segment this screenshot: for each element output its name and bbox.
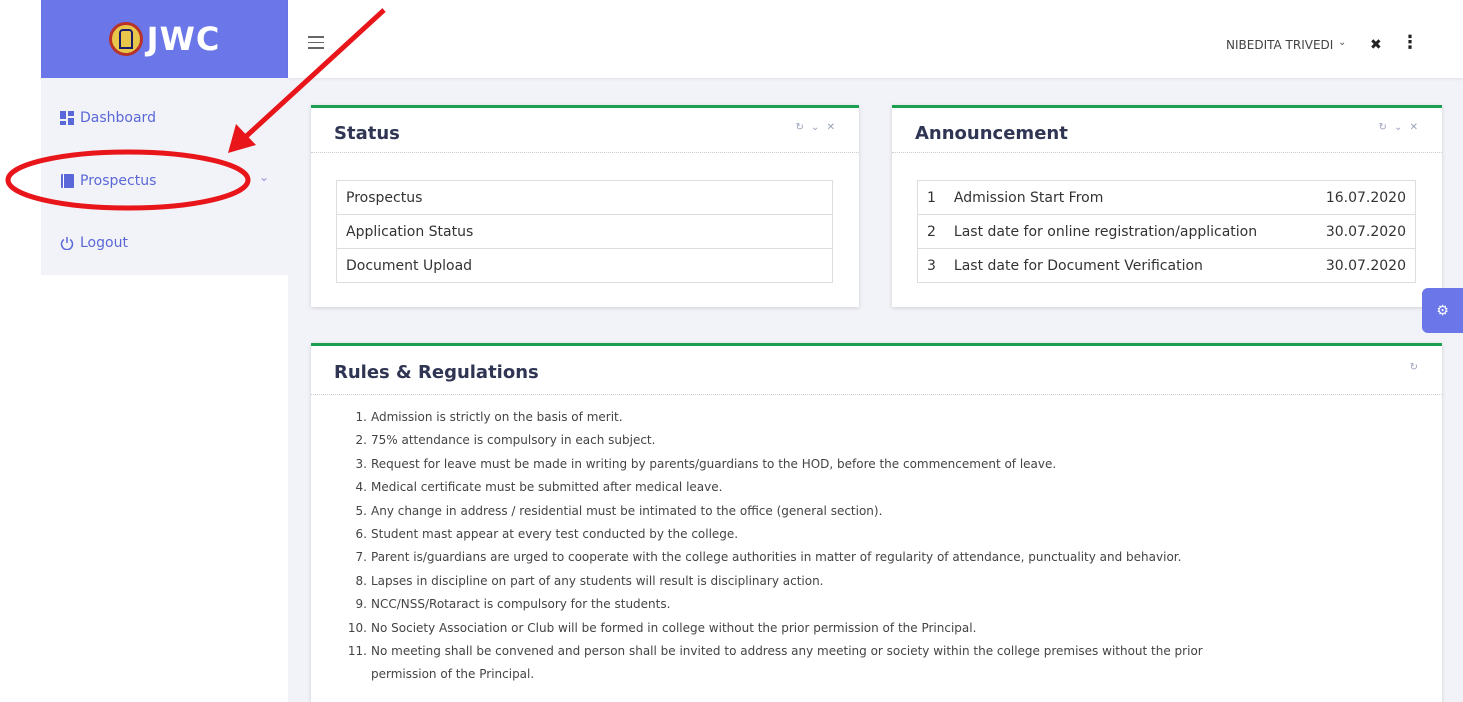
rule-number: 11. bbox=[347, 644, 367, 659]
collapse-icon[interactable]: ⌄ bbox=[1394, 122, 1404, 133]
rule-text: 75% attendance is compulsory in each sub… bbox=[371, 433, 656, 448]
refresh-icon[interactable]: ↻ bbox=[795, 122, 805, 133]
close-icon[interactable]: ✕ bbox=[827, 122, 837, 133]
rule-item: 10. No Society Association or Club will b… bbox=[331, 617, 1203, 640]
rule-number: 8. bbox=[355, 573, 367, 588]
rule-item: 4. Medical certificate must be submitted … bbox=[331, 476, 1203, 499]
announcement-text: Admission Start From bbox=[944, 180, 1317, 215]
rule-text: No Society Association or Club will be f… bbox=[371, 620, 977, 635]
card-tools: ↻ bbox=[1410, 362, 1420, 373]
rule-text: NCC/NSS/Rotaract is compulsory for the s… bbox=[371, 597, 671, 612]
card-title: Announcement bbox=[915, 123, 1068, 144]
status-table: Prospectus Application Status Document U… bbox=[336, 180, 833, 283]
sidebar-item-label: Logout bbox=[80, 235, 128, 251]
card-title: Status bbox=[334, 123, 400, 144]
dashboard-icon bbox=[60, 111, 74, 125]
sidebar-item-prospectus[interactable]: Prospectus bbox=[60, 173, 156, 189]
menu-toggle-icon[interactable] bbox=[308, 36, 324, 49]
sidebar-item-logout[interactable]: Logout bbox=[60, 235, 128, 251]
announcement-text: Last date for Document Verification bbox=[944, 248, 1317, 283]
rule-number: 9. bbox=[355, 597, 367, 612]
announcement-no: 1 bbox=[916, 180, 945, 215]
status-link-application[interactable]: Application Status bbox=[336, 214, 833, 249]
rule-item: 1. Admission is strictly on the basis of … bbox=[331, 406, 1203, 429]
table-row[interactable]: Document Upload bbox=[336, 248, 833, 283]
rule-item: 11. No meeting shall be convened and pers… bbox=[331, 640, 1203, 663]
announcement-no: 3 bbox=[916, 248, 945, 283]
close-icon[interactable]: ✕ bbox=[1410, 122, 1420, 133]
announcement-card: Announcement ↻ ⌄ ✕ 1 Admission Start Fro… bbox=[892, 105, 1442, 307]
rule-item: 6. Student mast appear at every test cond… bbox=[331, 523, 1203, 546]
announcement-date: 30.07.2020 bbox=[1316, 214, 1416, 249]
rule-text: Any change in address / residential must… bbox=[371, 503, 883, 518]
rule-text: Request for leave must be made in writin… bbox=[371, 456, 1057, 471]
power-icon bbox=[60, 236, 74, 250]
rule-item: 2. 75% attendance is compulsory in each s… bbox=[331, 429, 1203, 452]
sidebar-item-label: Prospectus bbox=[80, 173, 157, 189]
rule-number: 1. bbox=[355, 410, 367, 424]
card-tools: ↻ ⌄ ✕ bbox=[795, 122, 837, 133]
rule-number: 4. bbox=[355, 480, 367, 495]
table-row[interactable]: Application Status bbox=[336, 214, 833, 249]
chevron-down-icon[interactable]: ⌄ bbox=[259, 170, 269, 184]
table-row: 3 Last date for Document Verification 30… bbox=[916, 248, 1416, 283]
rule-item: 7. Parent is/guardians are urged to coope… bbox=[331, 546, 1203, 569]
rule-item: 3. Request for leave must be made in writ… bbox=[331, 453, 1203, 476]
card-title: Rules & Regulations bbox=[334, 362, 539, 383]
rule-text: permission of the Principal. bbox=[371, 667, 535, 682]
rule-text: Admission is strictly on the basis of me… bbox=[371, 410, 623, 424]
announcement-text: Last date for online registration/applic… bbox=[944, 214, 1317, 249]
refresh-icon[interactable]: ↻ bbox=[1378, 122, 1388, 133]
book-icon bbox=[60, 174, 74, 188]
rule-text: Parent is/guardians are urged to coopera… bbox=[371, 550, 1182, 565]
rule-number: 2. bbox=[355, 433, 367, 448]
user-menu[interactable]: NIBEDITA TRIVEDI bbox=[1226, 38, 1333, 52]
rule-number: 10. bbox=[347, 620, 367, 635]
rule-item: 5. Any change in address / residential mu… bbox=[331, 500, 1203, 523]
rule-number: 6. bbox=[355, 527, 367, 542]
rule-text: No meeting shall be convened and person … bbox=[371, 644, 1203, 659]
more-options-icon[interactable]: ⋮ bbox=[1401, 34, 1419, 52]
announcement-table: 1 Admission Start From 16.07.2020 2 Last… bbox=[916, 180, 1416, 283]
rule-number: 3. bbox=[355, 456, 367, 471]
announcement-no: 2 bbox=[916, 214, 945, 249]
settings-gear-icon[interactable]: ⚙ bbox=[1422, 288, 1463, 333]
rule-item: 8. Lapses in discipline on part of any st… bbox=[331, 570, 1203, 593]
status-link-prospectus[interactable]: Prospectus bbox=[336, 180, 833, 215]
announcement-date: 30.07.2020 bbox=[1316, 248, 1416, 283]
card-tools: ↻ ⌄ ✕ bbox=[1378, 122, 1420, 133]
sidebar-item-label: Dashboard bbox=[80, 110, 156, 126]
rule-item: permission of the Principal. bbox=[331, 663, 1203, 686]
table-row: 1 Admission Start From 16.07.2020 bbox=[916, 180, 1416, 215]
card-header: Announcement ↻ ⌄ ✕ bbox=[892, 108, 1442, 153]
rule-number: 5. bbox=[355, 503, 367, 518]
brand-logo[interactable]: JWC bbox=[41, 0, 288, 78]
chevron-down-icon[interactable]: ⌄ bbox=[1338, 37, 1346, 48]
rule-text: Lapses in discipline on part of any stud… bbox=[371, 573, 824, 588]
brand-name: JWC bbox=[146, 20, 221, 58]
table-row[interactable]: Prospectus bbox=[336, 180, 833, 215]
status-card: Status ↻ ⌄ ✕ Prospectus Application Stat… bbox=[311, 105, 859, 307]
rules-list: 1. Admission is strictly on the basis of … bbox=[331, 406, 1203, 687]
collapse-icon[interactable]: ⌄ bbox=[811, 122, 821, 133]
announcement-date: 16.07.2020 bbox=[1316, 180, 1416, 215]
sidebar-item-dashboard[interactable]: Dashboard bbox=[60, 110, 156, 126]
rules-card: Rules & Regulations ↻ 1. Admission is str… bbox=[311, 343, 1442, 702]
rule-number: 7. bbox=[355, 550, 367, 565]
rule-item: 9. NCC/NSS/Rotaract is compulsory for the… bbox=[331, 593, 1203, 616]
refresh-icon[interactable]: ↻ bbox=[1410, 362, 1420, 373]
table-row: 2 Last date for online registration/appl… bbox=[916, 214, 1416, 249]
college-emblem-icon bbox=[108, 22, 143, 56]
card-header: Status ↻ ⌄ ✕ bbox=[311, 108, 859, 153]
rule-number bbox=[331, 663, 369, 686]
fullscreen-icon[interactable]: ✖ bbox=[1370, 37, 1382, 53]
rule-text: Medical certificate must be submitted af… bbox=[371, 480, 723, 495]
status-link-document-upload[interactable]: Document Upload bbox=[336, 248, 833, 283]
sidebar: Dashboard Prospectus ⌄ Logout bbox=[41, 78, 288, 275]
rule-text: Student mast appear at every test conduc… bbox=[371, 527, 739, 542]
card-header: Rules & Regulations ↻ bbox=[311, 346, 1442, 395]
top-navbar: NIBEDITA TRIVEDI ⌄ ✖ ⋮ bbox=[288, 0, 1463, 78]
